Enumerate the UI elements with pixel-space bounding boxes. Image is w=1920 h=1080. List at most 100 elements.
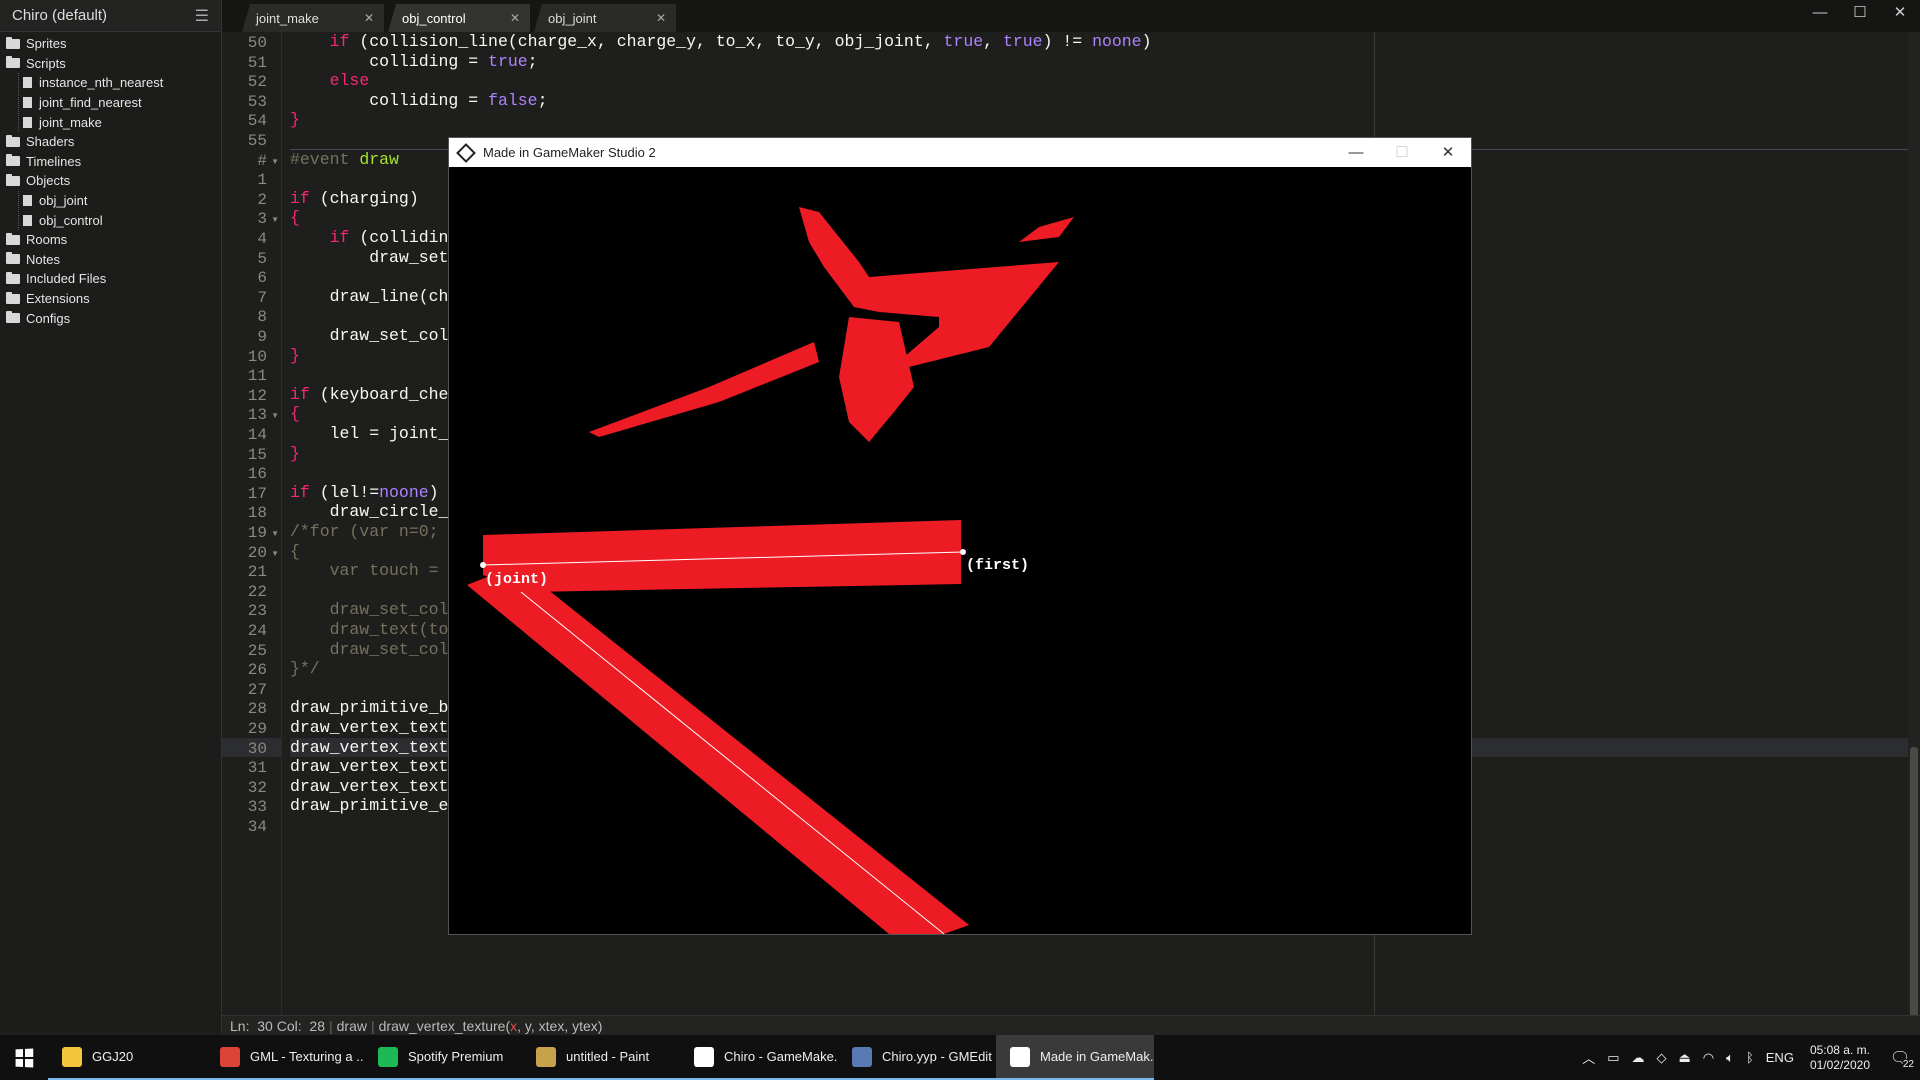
taskbar-app[interactable]: untitled - Paint [522,1035,680,1080]
joint-point[interactable] [480,562,486,568]
line-number: 28 [247,700,267,719]
tree-folder-label: Included Files [26,271,107,287]
code-line[interactable]: } [290,444,300,468]
tree-folder-rooms[interactable]: Rooms [6,230,221,250]
game-window-titlebar[interactable]: Made in GameMaker Studio 2 [449,138,1471,167]
tree-folder-included-files[interactable]: Included Files [6,269,221,289]
code-line[interactable]: if (charging) [290,189,419,213]
scrollbar-thumb[interactable] [1910,747,1918,1027]
usb-icon[interactable]: ⏏ [1679,1050,1691,1066]
tree-file-joint-make[interactable]: joint_make [23,112,221,132]
code-line[interactable]: draw_line(ch [290,287,449,311]
tree-folder-objects[interactable]: Objects [6,171,221,191]
line-number: 10 [247,347,267,366]
taskbar-app-label: Made in GameMak... [1040,1049,1154,1064]
fold-toggle-icon[interactable]: ▼ [271,529,279,538]
line-number: 33 [247,798,267,817]
hamburger-menu-icon[interactable]: ☰ [195,6,209,26]
notification-center-button[interactable]: 🗨︎ 22 [1880,1048,1920,1070]
code-line[interactable]: draw_set_col [290,326,449,350]
dropbox-icon[interactable]: ◇ [1657,1050,1667,1066]
signature-current-arg: x [510,1017,518,1034]
code-line[interactable]: if (keyboard_che [290,385,448,409]
tree-folder-timelines[interactable]: Timelines [6,152,221,172]
tree-file-obj-control[interactable]: obj_control [23,210,221,230]
tab-close-icon[interactable]: ✕ [364,11,374,25]
game-close-button[interactable]: ✕ [1425,138,1471,167]
code-line[interactable]: draw_set [290,248,448,272]
cloud-icon[interactable]: ☁ [1632,1050,1645,1066]
app-icon [536,1046,556,1067]
editor-scrollbar[interactable] [1908,32,1920,1027]
game-window[interactable]: Made in GameMaker Studio 2 — ☐ ✕ (joint)… [448,137,1472,935]
code-line[interactable]: } [290,346,300,370]
tree-folder-sprites[interactable]: Sprites [6,34,221,54]
tree-file-obj-joint[interactable]: obj_joint [23,191,221,211]
taskbar-app[interactable]: GGJ20 [48,1035,206,1080]
tab-joint-make[interactable]: joint_make ✕ [242,4,384,32]
wifi-icon[interactable]: ◠ [1703,1050,1714,1066]
game-minimize-button[interactable]: — [1333,138,1379,167]
fold-toggle-icon[interactable]: ▼ [271,215,279,224]
line-number: 30 [257,1017,273,1034]
volume-icon[interactable]: 🔈︎ [1726,1050,1734,1066]
battery-icon[interactable]: ▭ [1607,1050,1619,1066]
fold-toggle-icon[interactable]: ▼ [271,549,279,558]
bluetooth-icon[interactable]: ᛒ [1746,1050,1754,1065]
fold-toggle-icon[interactable]: ▼ [271,157,279,166]
fold-toggle-icon[interactable]: ▼ [271,411,279,420]
taskbar-app[interactable]: Chiro.yyp - GMEdit [838,1035,996,1080]
tree-file-joint-find-nearest[interactable]: joint_find_nearest [23,93,221,113]
clock[interactable]: 05:08 a. m. 01/02/2020 [1810,1043,1870,1073]
line-label: Ln: [230,1017,250,1034]
close-button[interactable]: ✕ [1880,0,1920,28]
tree-file-label: obj_control [39,212,103,228]
folder-icon [6,173,20,186]
chevron-up-icon[interactable]: ︿ [1582,1048,1595,1067]
tree-file-label: joint_make [39,114,102,130]
taskbar-app[interactable]: Made in GameMak... [996,1035,1154,1080]
tree-folder-notes[interactable]: Notes [6,250,221,270]
code-line[interactable]: var touch = [290,561,448,585]
app-icon [220,1046,240,1067]
taskbar-app[interactable]: GML - Texturing a ... [206,1035,364,1080]
code-line[interactable]: }*/ [290,659,320,683]
line-number: 26 [247,661,267,680]
tree-folder-label: Objects [26,173,71,189]
line-number: 52 [247,73,267,92]
tree-children: obj_joint obj_control [18,190,221,230]
tree-folder-scripts[interactable]: Scripts [6,54,221,74]
tree-folder-label: Extensions [26,291,90,307]
tab-obj-joint[interactable]: obj_joint ✕ [534,4,676,32]
line-number: 15 [247,445,267,464]
code-line[interactable]: } [290,110,300,134]
tab-close-icon[interactable]: ✕ [510,11,520,25]
taskbar-app[interactable]: Chiro - GameMake... [680,1035,838,1080]
folder-icon [6,134,20,147]
taskbar-app[interactable]: Spotify Premium [364,1035,522,1080]
app-icon [62,1046,82,1067]
line-number: 21 [247,563,267,582]
tree-folder-shaders[interactable]: Shaders [6,132,221,152]
first-point[interactable] [960,549,966,555]
tree-folder-configs[interactable]: Configs [6,308,221,328]
tab-close-icon[interactable]: ✕ [656,11,666,25]
code-line[interactable]: colliding = false; [290,91,547,115]
line-number: 9 [257,328,267,346]
app-icon [694,1046,714,1067]
language-indicator[interactable]: ENG [1766,1050,1794,1065]
line-number: 7 [257,288,267,307]
code-line[interactable]: /*for (var n=0; [290,522,439,546]
start-button[interactable] [0,1035,48,1080]
minimize-button[interactable]: — [1800,0,1840,28]
line-number: 31 [247,759,267,778]
maximize-button[interactable]: ☐ [1840,0,1880,28]
code-line[interactable]: #event draw [290,150,399,174]
tree-file-instance-nth-nearest[interactable]: instance_nth_nearest [23,73,221,93]
code-line[interactable]: lel = joint_ [290,424,449,448]
tree-folder-extensions[interactable]: Extensions [6,289,221,309]
game-canvas[interactable]: (joint) (first) [449,167,1471,934]
window-controls: — ☐ ✕ [1800,0,1920,28]
tab-obj-control[interactable]: obj_control ✕ [388,4,530,32]
folder-icon [6,291,20,304]
